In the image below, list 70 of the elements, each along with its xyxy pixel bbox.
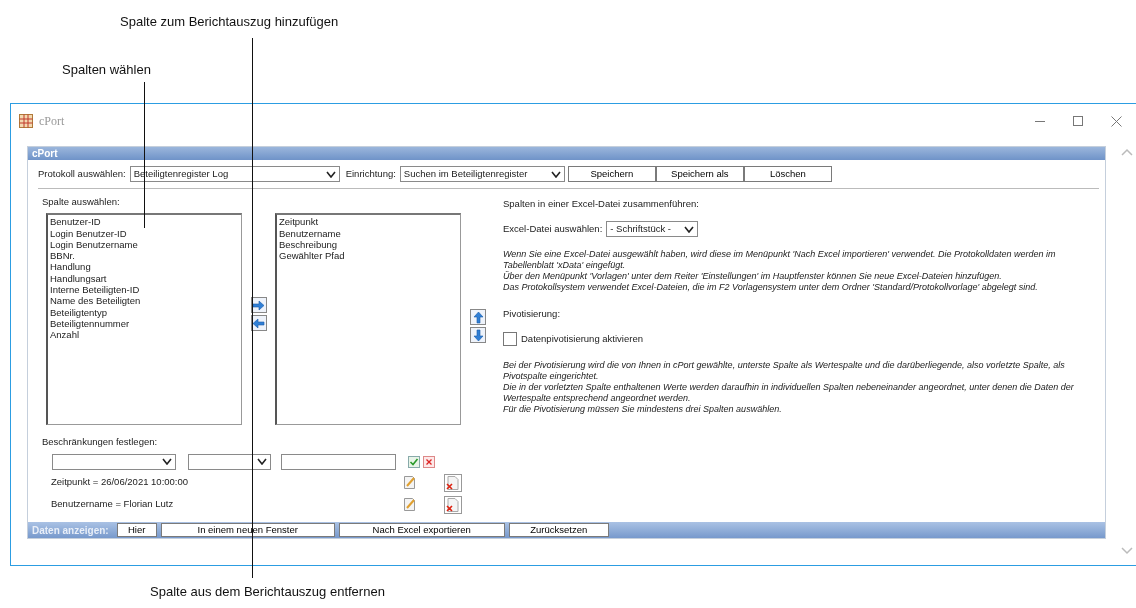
delete-icon[interactable] — [444, 495, 462, 514]
list-item[interactable]: Anzahl — [50, 329, 239, 341]
toolbar-button[interactable]: Speichern — [567, 166, 656, 182]
list-item[interactable]: Gewählter Pfad — [279, 250, 458, 262]
toolbar-button[interactable]: Speichern als — [655, 166, 744, 182]
arrow-up-icon — [470, 309, 486, 325]
field-label: Excel-Datei auswählen: — [503, 222, 603, 237]
list-item[interactable]: Beteiligtennummer — [50, 317, 239, 330]
toolbar-button[interactable]: Löschen — [743, 166, 832, 182]
list-item[interactable]: BBNr. — [50, 250, 239, 262]
field-label: Beschränkungen festlegen: — [42, 435, 158, 450]
move-down-button[interactable] — [470, 327, 486, 344]
list-item[interactable]: Name des Beteiligten — [50, 295, 239, 307]
footer-button[interactable]: Hier — [116, 523, 157, 537]
list-item[interactable]: Interne Beteiligten-ID — [50, 284, 239, 296]
chevron-icon — [684, 225, 695, 233]
text-field[interactable] — [281, 453, 396, 470]
list-item[interactable]: Handlung — [50, 261, 239, 273]
dropdown[interactable]: - Schriftstück - — [606, 221, 699, 238]
footer-button[interactable]: Nach Excel exportieren — [338, 523, 505, 537]
section-heading: Spalten in einer Excel-Datei zusammenführen: — [503, 197, 699, 211]
field-label: Protokoll auswählen: — [38, 166, 126, 181]
edit-icon[interactable] — [403, 475, 416, 490]
maximize-icon[interactable] — [1073, 116, 1083, 126]
section-heading: Pivotisierung: — [503, 307, 561, 322]
arrow-down-icon — [470, 327, 486, 343]
chevron-icon — [550, 170, 561, 178]
field-label: Einrichtung: — [345, 166, 396, 181]
info-text: Über den Menüpunkt 'Vorlagen' unter dem Reiter 'Einstellungen' im Hauptfenster können Sie neue Excel-Dateien hinzufügen. — [503, 271, 1003, 283]
move-up-button[interactable] — [470, 309, 486, 326]
callout-label: Spalte zum Berichtauszug hinzufügen — [120, 13, 339, 31]
list-item[interactable]: Zeitpunkt — [279, 216, 458, 228]
chevron-icon — [162, 458, 172, 465]
checkbox[interactable] — [503, 331, 517, 346]
dropdown[interactable] — [188, 453, 271, 470]
list-item[interactable]: Benutzername — [279, 227, 458, 239]
constraint-text: Benutzername = Florian Lutz — [51, 497, 175, 512]
app-icon — [19, 114, 33, 128]
chevron-icon — [257, 458, 267, 465]
callout-label: Spalten wählen — [62, 61, 151, 79]
arrow-left-icon — [251, 315, 266, 331]
list-box[interactable]: Zeitpunkt Benutzername Beschreibung Gewählter Pfad — [275, 213, 461, 426]
callout-label: Spalte aus dem Berichtauszug entfernen — [150, 583, 385, 601]
list-item[interactable]: Beteiligtentyp — [50, 306, 239, 318]
info-text: Wenn Sie eine Excel-Datei ausgewählt haben, wird diese im Menüpunkt 'Nach Excel importieren' verwendet. Die Protokolldaten werden im Tabellenblatt 'xData' eingefügt. — [503, 249, 1057, 271]
delete-icon[interactable] — [444, 473, 462, 492]
footer-label: Daten anzeigen: — [32, 523, 109, 538]
chevron-icon — [325, 170, 336, 178]
constraint-text: Zeitpunkt = 26/06/2021 10:00:00 — [51, 475, 190, 490]
info-text: Das Protokollsystem verwendet Excel-Dateien, die im F2 Vorlagensystem unter dem Ordner 'Standard/Protokollvorlage' abgelegt sind. — [503, 282, 1039, 294]
window-title: cPort — [39, 113, 65, 130]
list-item[interactable]: Beschreibung — [279, 238, 458, 251]
list-item[interactable]: Handlungsart — [50, 272, 239, 285]
info-text: Für die Pivotisierung müssen Sie mindestens drei Spalten auswählen. — [503, 403, 783, 415]
list-item[interactable]: Login Benutzername — [50, 238, 239, 251]
dropdown[interactable]: Suchen im Beteiligtenregister — [399, 166, 565, 182]
arrow-right-icon — [251, 297, 266, 313]
info-text: Die in der vorletzten Spalte enthaltenen Werte werden daraufhin in individuellen Spalten nebeneinander angeordnet, unter denen die Daten der Wertespalte entsprechend angeordnet werden. — [503, 381, 1075, 404]
cancel-icon[interactable] — [423, 455, 435, 468]
info-text: Bei der Pivotisierung wird die von Ihnen in cPort gewählte, unterste Spalte als Wertespalte und die darüberliegende, also vorletzte Spalte, als Pivotspalte eingerichtet. — [503, 359, 1066, 382]
list-item[interactable]: Login Benutzer-ID — [50, 227, 239, 239]
confirm-icon[interactable] — [408, 455, 420, 468]
edit-icon[interactable] — [403, 497, 416, 512]
panel-header: cPort — [28, 147, 1105, 160]
close-icon[interactable] — [1111, 115, 1122, 127]
checkbox-label: Datenpivotisierung aktivieren — [521, 331, 643, 346]
field-label: Spalte auswählen: — [42, 195, 120, 209]
list-box[interactable]: Benutzer-ID Login Benutzer-ID Login Benutzername BBNr. Handlung Handlungsart Interne Beteiligten-ID Name des Beteiligten Beteiligtentyp Beteiligtennummer Anzahl — [46, 213, 242, 426]
list-item[interactable]: Benutzer-ID — [50, 216, 239, 228]
footer-button[interactable]: Zurücksetzen — [508, 523, 609, 537]
